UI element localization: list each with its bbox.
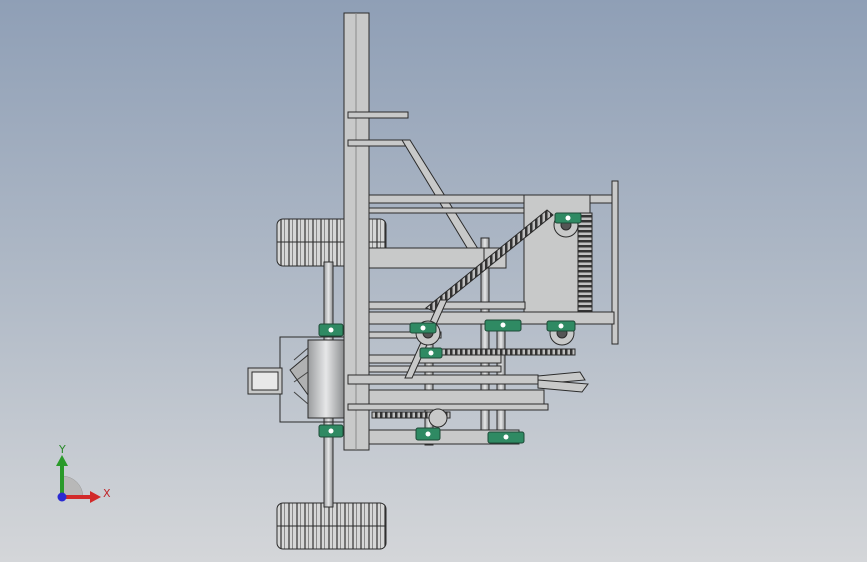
- upper-chain: [434, 348, 576, 356]
- lower-rail-2: [368, 389, 545, 405]
- drum: [307, 339, 345, 419]
- bottom-wheel: [276, 502, 387, 550]
- cad-viewport[interactable]: Y X: [0, 0, 867, 562]
- assembly-model[interactable]: [0, 0, 867, 562]
- shaft-3: [496, 329, 506, 441]
- axis-triad-icon: [56, 455, 101, 503]
- bracket-second: [347, 139, 409, 147]
- bracket-top: [347, 111, 409, 119]
- mid-rail: [368, 301, 526, 310]
- axis-x-label: X: [103, 487, 111, 500]
- cutter-rail: [347, 374, 539, 385]
- axis-y-label: Y: [59, 443, 66, 456]
